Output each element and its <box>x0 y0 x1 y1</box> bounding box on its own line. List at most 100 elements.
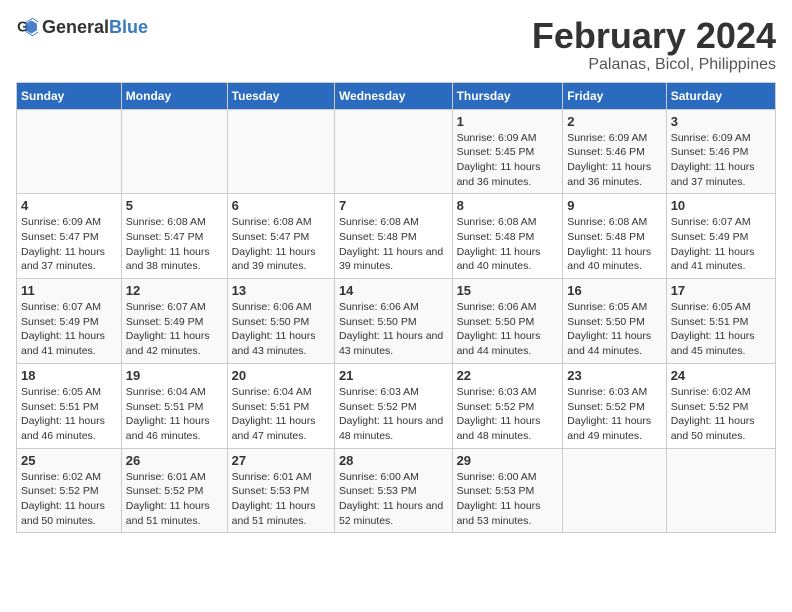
day-number: 13 <box>232 283 330 298</box>
calendar-cell: 8 Sunrise: 6:08 AMSunset: 5:48 PMDaylight… <box>452 194 563 279</box>
day-detail: Sunrise: 6:07 AMSunset: 5:49 PMDaylight:… <box>126 300 223 359</box>
day-detail: Sunrise: 6:06 AMSunset: 5:50 PMDaylight:… <box>457 300 559 359</box>
calendar-cell: 7 Sunrise: 6:08 AMSunset: 5:48 PMDaylight… <box>334 194 452 279</box>
day-number: 8 <box>457 198 559 213</box>
day-detail: Sunrise: 6:09 AMSunset: 5:46 PMDaylight:… <box>567 131 661 190</box>
day-number: 2 <box>567 114 661 129</box>
day-detail: Sunrise: 6:09 AMSunset: 5:45 PMDaylight:… <box>457 131 559 190</box>
day-number: 24 <box>671 368 771 383</box>
calendar-cell <box>227 109 334 194</box>
day-number: 20 <box>232 368 330 383</box>
calendar-body: 1Sunrise: 6:09 AMSunset: 5:45 PMDaylight… <box>17 109 776 533</box>
day-detail: Sunrise: 6:06 AMSunset: 5:50 PMDaylight:… <box>339 300 448 359</box>
day-number: 14 <box>339 283 448 298</box>
logo-general-text: General <box>42 18 109 36</box>
day-number: 23 <box>567 368 661 383</box>
calendar-cell <box>666 448 775 533</box>
calendar-cell: 1Sunrise: 6:09 AMSunset: 5:45 PMDaylight… <box>452 109 563 194</box>
day-number: 29 <box>457 453 559 468</box>
calendar-cell: 25 Sunrise: 6:02 AMSunset: 5:52 PMDayligh… <box>17 448 122 533</box>
day-number: 3 <box>671 114 771 129</box>
day-number: 19 <box>126 368 223 383</box>
calendar-cell: 27 Sunrise: 6:01 AMSunset: 5:53 PMDayligh… <box>227 448 334 533</box>
calendar-cell: 28 Sunrise: 6:00 AMSunset: 5:53 PMDayligh… <box>334 448 452 533</box>
day-number: 12 <box>126 283 223 298</box>
day-number: 16 <box>567 283 661 298</box>
calendar-cell <box>563 448 666 533</box>
day-number: 5 <box>126 198 223 213</box>
logo-blue-text: Blue <box>109 18 148 36</box>
day-number: 28 <box>339 453 448 468</box>
day-number: 10 <box>671 198 771 213</box>
day-detail: Sunrise: 6:05 AMSunset: 5:51 PMDaylight:… <box>671 300 771 359</box>
calendar-cell: 18 Sunrise: 6:05 AMSunset: 5:51 PMDayligh… <box>17 363 122 448</box>
calendar-cell: 12 Sunrise: 6:07 AMSunset: 5:49 PMDayligh… <box>121 279 227 364</box>
calendar-cell: 20 Sunrise: 6:04 AMSunset: 5:51 PMDayligh… <box>227 363 334 448</box>
calendar-cell: 22 Sunrise: 6:03 AMSunset: 5:52 PMDayligh… <box>452 363 563 448</box>
day-detail: Sunrise: 6:04 AMSunset: 5:51 PMDaylight:… <box>232 385 330 444</box>
day-detail: Sunrise: 6:05 AMSunset: 5:51 PMDaylight:… <box>21 385 117 444</box>
calendar-week-row: 11 Sunrise: 6:07 AMSunset: 5:49 PMDayligh… <box>17 279 776 364</box>
day-number: 22 <box>457 368 559 383</box>
day-number: 4 <box>21 198 117 213</box>
calendar-cell: 10 Sunrise: 6:07 AMSunset: 5:49 PMDayligh… <box>666 194 775 279</box>
calendar-cell: 11Sunrise: 6:07 AMSunset: 5:49 PMDayligh… <box>17 279 122 364</box>
calendar-cell: 9Sunrise: 6:08 AMSunset: 5:48 PMDaylight… <box>563 194 666 279</box>
day-number: 7 <box>339 198 448 213</box>
calendar-cell: 21 Sunrise: 6:03 AMSunset: 5:52 PMDayligh… <box>334 363 452 448</box>
calendar-week-row: 1Sunrise: 6:09 AMSunset: 5:45 PMDaylight… <box>17 109 776 194</box>
calendar-cell: 17 Sunrise: 6:05 AMSunset: 5:51 PMDayligh… <box>666 279 775 364</box>
day-number: 27 <box>232 453 330 468</box>
col-thursday: Thursday <box>452 82 563 109</box>
location-title: Palanas, Bicol, Philippines <box>532 56 776 74</box>
day-detail: Sunrise: 6:00 AMSunset: 5:53 PMDaylight:… <box>339 470 448 529</box>
day-detail: Sunrise: 6:03 AMSunset: 5:52 PMDaylight:… <box>457 385 559 444</box>
calendar-cell: 29 Sunrise: 6:00 AMSunset: 5:53 PMDayligh… <box>452 448 563 533</box>
calendar-week-row: 18 Sunrise: 6:05 AMSunset: 5:51 PMDayligh… <box>17 363 776 448</box>
calendar-cell <box>121 109 227 194</box>
day-number: 11 <box>21 283 117 298</box>
calendar-cell: 4Sunrise: 6:09 AMSunset: 5:47 PMDaylight… <box>17 194 122 279</box>
calendar-cell: 3 Sunrise: 6:09 AMSunset: 5:46 PMDaylight… <box>666 109 775 194</box>
day-detail: Sunrise: 6:09 AMSunset: 5:46 PMDaylight:… <box>671 131 771 190</box>
day-detail: Sunrise: 6:02 AMSunset: 5:52 PMDaylight:… <box>21 470 117 529</box>
calendar-cell: 19Sunrise: 6:04 AMSunset: 5:51 PMDayligh… <box>121 363 227 448</box>
day-detail: Sunrise: 6:07 AMSunset: 5:49 PMDaylight:… <box>671 215 771 274</box>
day-number: 6 <box>232 198 330 213</box>
day-detail: Sunrise: 6:03 AMSunset: 5:52 PMDaylight:… <box>339 385 448 444</box>
col-wednesday: Wednesday <box>334 82 452 109</box>
day-number: 26 <box>126 453 223 468</box>
day-detail: Sunrise: 6:06 AMSunset: 5:50 PMDaylight:… <box>232 300 330 359</box>
calendar-cell: 13 Sunrise: 6:06 AMSunset: 5:50 PMDayligh… <box>227 279 334 364</box>
calendar-cell: 24Sunrise: 6:02 AMSunset: 5:52 PMDayligh… <box>666 363 775 448</box>
calendar-cell: 6Sunrise: 6:08 AMSunset: 5:47 PMDaylight… <box>227 194 334 279</box>
day-detail: Sunrise: 6:03 AMSunset: 5:52 PMDaylight:… <box>567 385 661 444</box>
col-monday: Monday <box>121 82 227 109</box>
day-detail: Sunrise: 6:01 AMSunset: 5:52 PMDaylight:… <box>126 470 223 529</box>
day-number: 21 <box>339 368 448 383</box>
day-detail: Sunrise: 6:08 AMSunset: 5:48 PMDaylight:… <box>567 215 661 274</box>
calendar-cell: 2 Sunrise: 6:09 AMSunset: 5:46 PMDaylight… <box>563 109 666 194</box>
logo: G General Blue <box>16 16 148 38</box>
day-detail: Sunrise: 6:00 AMSunset: 5:53 PMDaylight:… <box>457 470 559 529</box>
month-title: February 2024 <box>532 16 776 56</box>
calendar-cell: 15 Sunrise: 6:06 AMSunset: 5:50 PMDayligh… <box>452 279 563 364</box>
col-tuesday: Tuesday <box>227 82 334 109</box>
logo-icon: G <box>16 16 38 38</box>
day-number: 25 <box>21 453 117 468</box>
day-number: 15 <box>457 283 559 298</box>
day-detail: Sunrise: 6:08 AMSunset: 5:48 PMDaylight:… <box>339 215 448 274</box>
calendar-week-row: 25 Sunrise: 6:02 AMSunset: 5:52 PMDayligh… <box>17 448 776 533</box>
col-saturday: Saturday <box>666 82 775 109</box>
calendar-cell: 5Sunrise: 6:08 AMSunset: 5:47 PMDaylight… <box>121 194 227 279</box>
title-area: February 2024 Palanas, Bicol, Philippine… <box>532 16 776 74</box>
col-friday: Friday <box>563 82 666 109</box>
day-number: 18 <box>21 368 117 383</box>
calendar-cell: 23 Sunrise: 6:03 AMSunset: 5:52 PMDayligh… <box>563 363 666 448</box>
day-detail: Sunrise: 6:08 AMSunset: 5:48 PMDaylight:… <box>457 215 559 274</box>
day-detail: Sunrise: 6:01 AMSunset: 5:53 PMDaylight:… <box>232 470 330 529</box>
calendar-cell <box>334 109 452 194</box>
day-number: 17 <box>671 283 771 298</box>
page-header: G General Blue February 2024 Palanas, Bi… <box>16 16 776 74</box>
calendar-cell: 26 Sunrise: 6:01 AMSunset: 5:52 PMDayligh… <box>121 448 227 533</box>
